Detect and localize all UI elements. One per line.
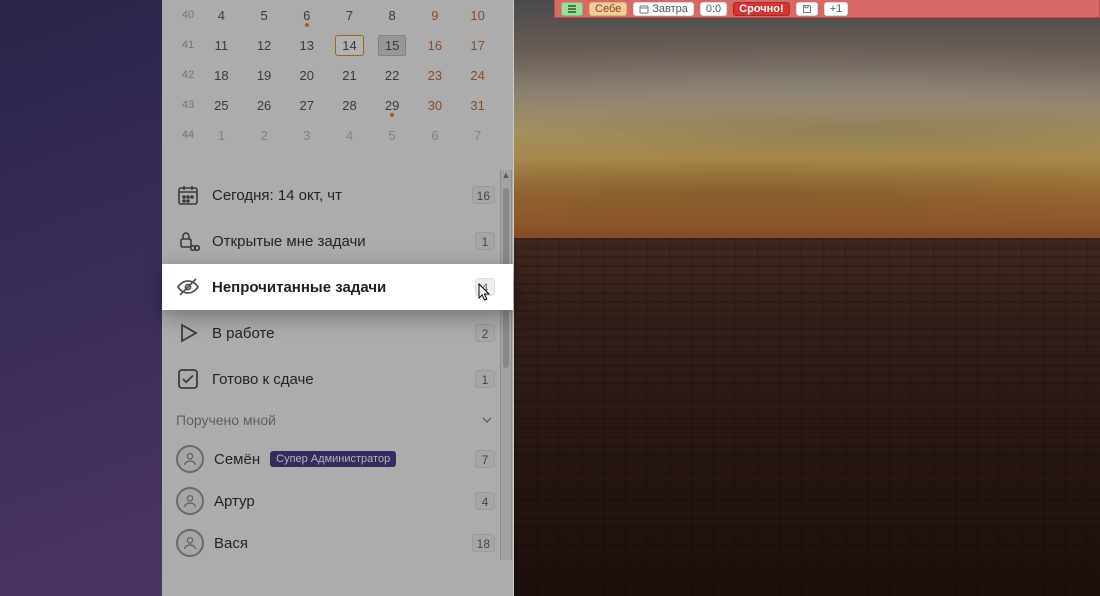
toolbar-plus-one-button[interactable]: +1 [824,2,849,16]
calendar-day[interactable]: 1 [200,120,243,150]
calendar-day[interactable]: 30 [414,90,457,120]
toolbar-checklist-button[interactable] [561,2,583,16]
calendar-day[interactable]: 4 [200,0,243,30]
filter-count: 2 [475,324,495,342]
assignee-row[interactable]: Артур 4 [162,480,513,522]
filter-label: Сегодня: 14 окт, чт [212,187,460,204]
toolbar-urgent-button[interactable]: Срочно! [733,2,790,16]
filter-label: Непрочитанные задачи [212,279,463,296]
lock-group-icon [176,229,200,253]
filter-today[interactable]: Сегодня: 14 окт, чт 16 [162,172,513,218]
section-title: Поручено мной [176,412,276,428]
filter-count: 16 [472,186,495,204]
calendar-day[interactable]: 9 [414,0,457,30]
chevron-down-icon [479,412,495,428]
mini-calendar[interactable]: 4045678910411112131415161742181920212223… [176,0,499,150]
eye-off-icon [176,275,200,299]
calendar-day[interactable]: 20 [285,60,328,90]
main-dim-overlay [514,0,1100,596]
checkbox-icon [176,367,200,391]
calendar-day[interactable]: 6 [285,0,328,30]
calendar-day[interactable]: 27 [285,90,328,120]
calendar-day[interactable]: 7 [456,120,499,150]
calendar-day[interactable]: 29 [371,90,414,120]
calendar-day[interactable]: 16 [414,30,457,60]
calendar-day[interactable]: 15 [371,30,414,60]
toolbar-time-chip[interactable]: 0:0 [700,2,727,16]
calendar-day[interactable]: 24 [456,60,499,90]
calendar-day[interactable]: 13 [285,30,328,60]
save-icon [802,4,812,14]
play-icon [176,321,200,345]
calendar-day[interactable]: 17 [456,30,499,60]
filter-count: 1 [475,370,495,388]
assignee-name: Вася [214,535,248,552]
assignee-name: Артур [214,493,255,510]
avatar [176,487,204,515]
assignee-row[interactable]: Семён Супер Администратор 7 [162,438,513,480]
filter-label: Готово к сдаче [212,371,463,388]
filter-open-to-me[interactable]: Открытые мне задачи 1 [162,218,513,264]
calendar-small-icon [639,4,649,14]
calendar-day[interactable]: 4 [328,120,371,150]
filter-label: Открытые мне задачи [212,233,463,250]
calendar-day[interactable]: 10 [456,0,499,30]
calendar-day[interactable]: 25 [200,90,243,120]
role-tag: Супер Администратор [270,451,396,467]
calendar-week-number: 41 [176,30,200,60]
avatar [176,529,204,557]
calendar-day[interactable]: 2 [243,120,286,150]
calendar-day[interactable]: 19 [243,60,286,90]
assignee-count: 7 [475,450,495,468]
avatar [176,445,204,473]
calendar-day[interactable]: 5 [371,120,414,150]
section-assigned-by-me[interactable]: Поручено мной [162,402,513,438]
calendar-day[interactable]: 3 [285,120,328,150]
calendar-day[interactable]: 11 [200,30,243,60]
calendar-day[interactable]: 6 [414,120,457,150]
chip-label: Себе [595,2,621,16]
toolbar-save-button[interactable] [796,2,818,16]
calendar-icon [176,183,200,207]
calendar-day[interactable]: 23 [414,60,457,90]
calendar-day[interactable]: 22 [371,60,414,90]
filter-in-progress[interactable]: В работе 2 [162,310,513,356]
assignee-row[interactable]: Вася 18 [162,522,513,564]
filter-label: В работе [212,325,463,342]
assignee-name: Семён [214,451,260,468]
calendar-week-number: 42 [176,60,200,90]
calendar-week-number: 44 [176,120,200,150]
calendar-day[interactable]: 12 [243,30,286,60]
calendar-week-number: 43 [176,90,200,120]
filter-unread[interactable]: Непрочитанные задачи 4 [162,264,513,310]
assignee-count: 4 [475,492,495,510]
filter-ready[interactable]: Готово к сдаче 1 [162,356,513,402]
calendar-day[interactable]: 26 [243,90,286,120]
filter-count: 4 [475,278,495,296]
panel-scrollbar[interactable] [500,170,512,560]
chip-label: Завтра [652,2,688,16]
calendar-day[interactable]: 28 [328,90,371,120]
assignee-count: 18 [472,534,495,552]
toolbar-tomorrow-button[interactable]: Завтра [633,2,694,16]
checklist-icon [567,4,577,14]
calendar-day[interactable]: 18 [200,60,243,90]
main-content: Себе Завтра 0:0 Срочно! +1 [514,0,1100,596]
filter-count: 1 [475,232,495,250]
quick-task-toolbar: Себе Завтра 0:0 Срочно! +1 [554,0,1100,18]
calendar-week-number: 40 [176,0,200,30]
task-filters: Сегодня: 14 окт, чт 16 Открытые мне зада… [162,172,513,564]
calendar-day[interactable]: 8 [371,0,414,30]
calendar-day[interactable]: 31 [456,90,499,120]
toolbar-self-chip[interactable]: Себе [589,2,627,16]
app-rail [0,0,162,596]
calendar-day[interactable]: 7 [328,0,371,30]
chip-label: Срочно! [739,2,784,16]
calendar-day[interactable]: 14 [328,30,371,60]
calendar-day[interactable]: 21 [328,60,371,90]
chip-label: +1 [830,2,843,16]
calendar-day[interactable]: 5 [243,0,286,30]
sidebar-panel: 4045678910411112131415161742181920212223… [162,0,514,596]
chip-label: 0:0 [706,2,721,16]
